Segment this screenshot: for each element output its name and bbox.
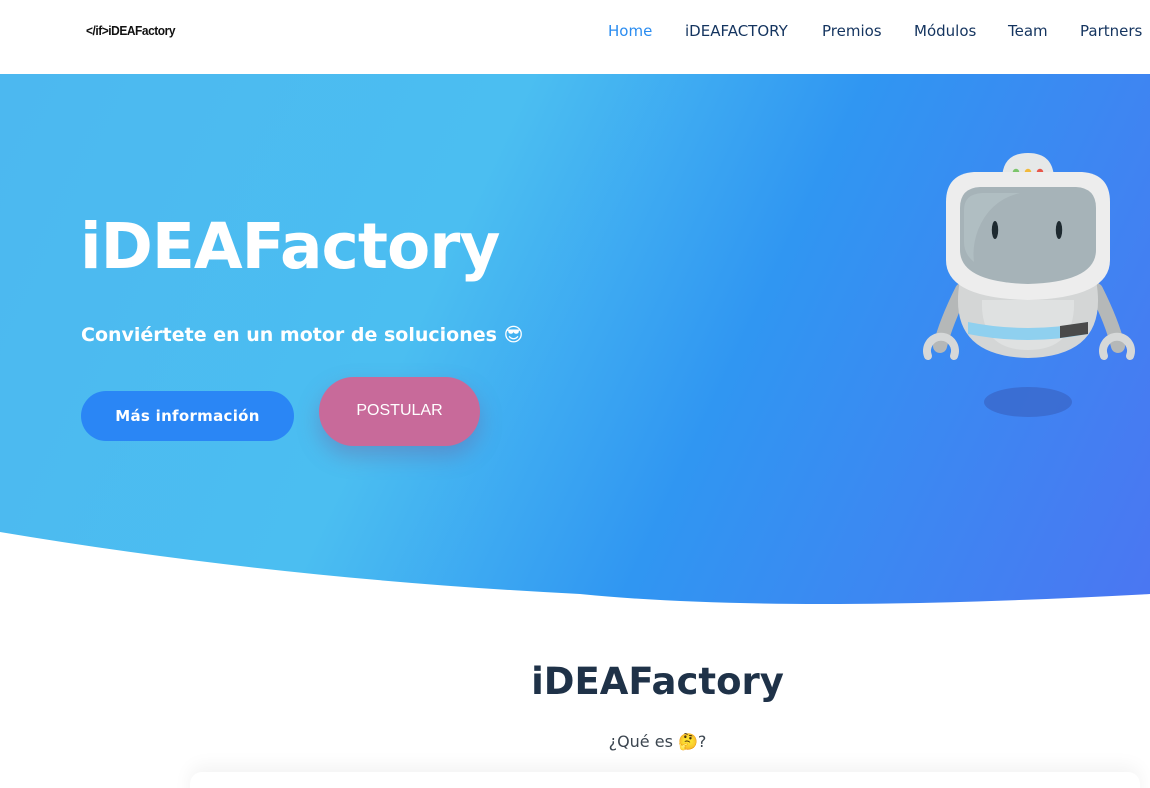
nav-item-team[interactable]: Team	[1008, 22, 1048, 40]
site-logo[interactable]: </if>iDEAFactory	[86, 23, 175, 38]
section-title: iDEAFactory	[531, 660, 784, 703]
postular-button[interactable]: POSTULAR	[319, 377, 480, 446]
hero-subtitle: Conviértete en un motor de soluciones 😎	[81, 324, 524, 346]
hero-section: iDEAFactory Conviértete en un motor de s…	[0, 74, 1150, 614]
more-info-button[interactable]: Más información	[81, 391, 294, 441]
nav-item-modulos[interactable]: Módulos	[914, 22, 976, 40]
navbar: </if>iDEAFactory Home iDEAFACTORY Premio…	[0, 0, 1150, 74]
section-subtitle: ¿Qué es 🤔?	[608, 732, 707, 751]
robot-icon	[923, 153, 1135, 417]
nav-item-premios[interactable]: Premios	[822, 22, 882, 40]
nav-item-home[interactable]: Home	[608, 22, 652, 40]
nav-item-ideafactory[interactable]: iDEAFACTORY	[685, 22, 788, 40]
content-card	[190, 772, 1140, 788]
hero-title: iDEAFactory	[80, 210, 500, 283]
nav-item-partners[interactable]: Partners	[1080, 22, 1142, 40]
